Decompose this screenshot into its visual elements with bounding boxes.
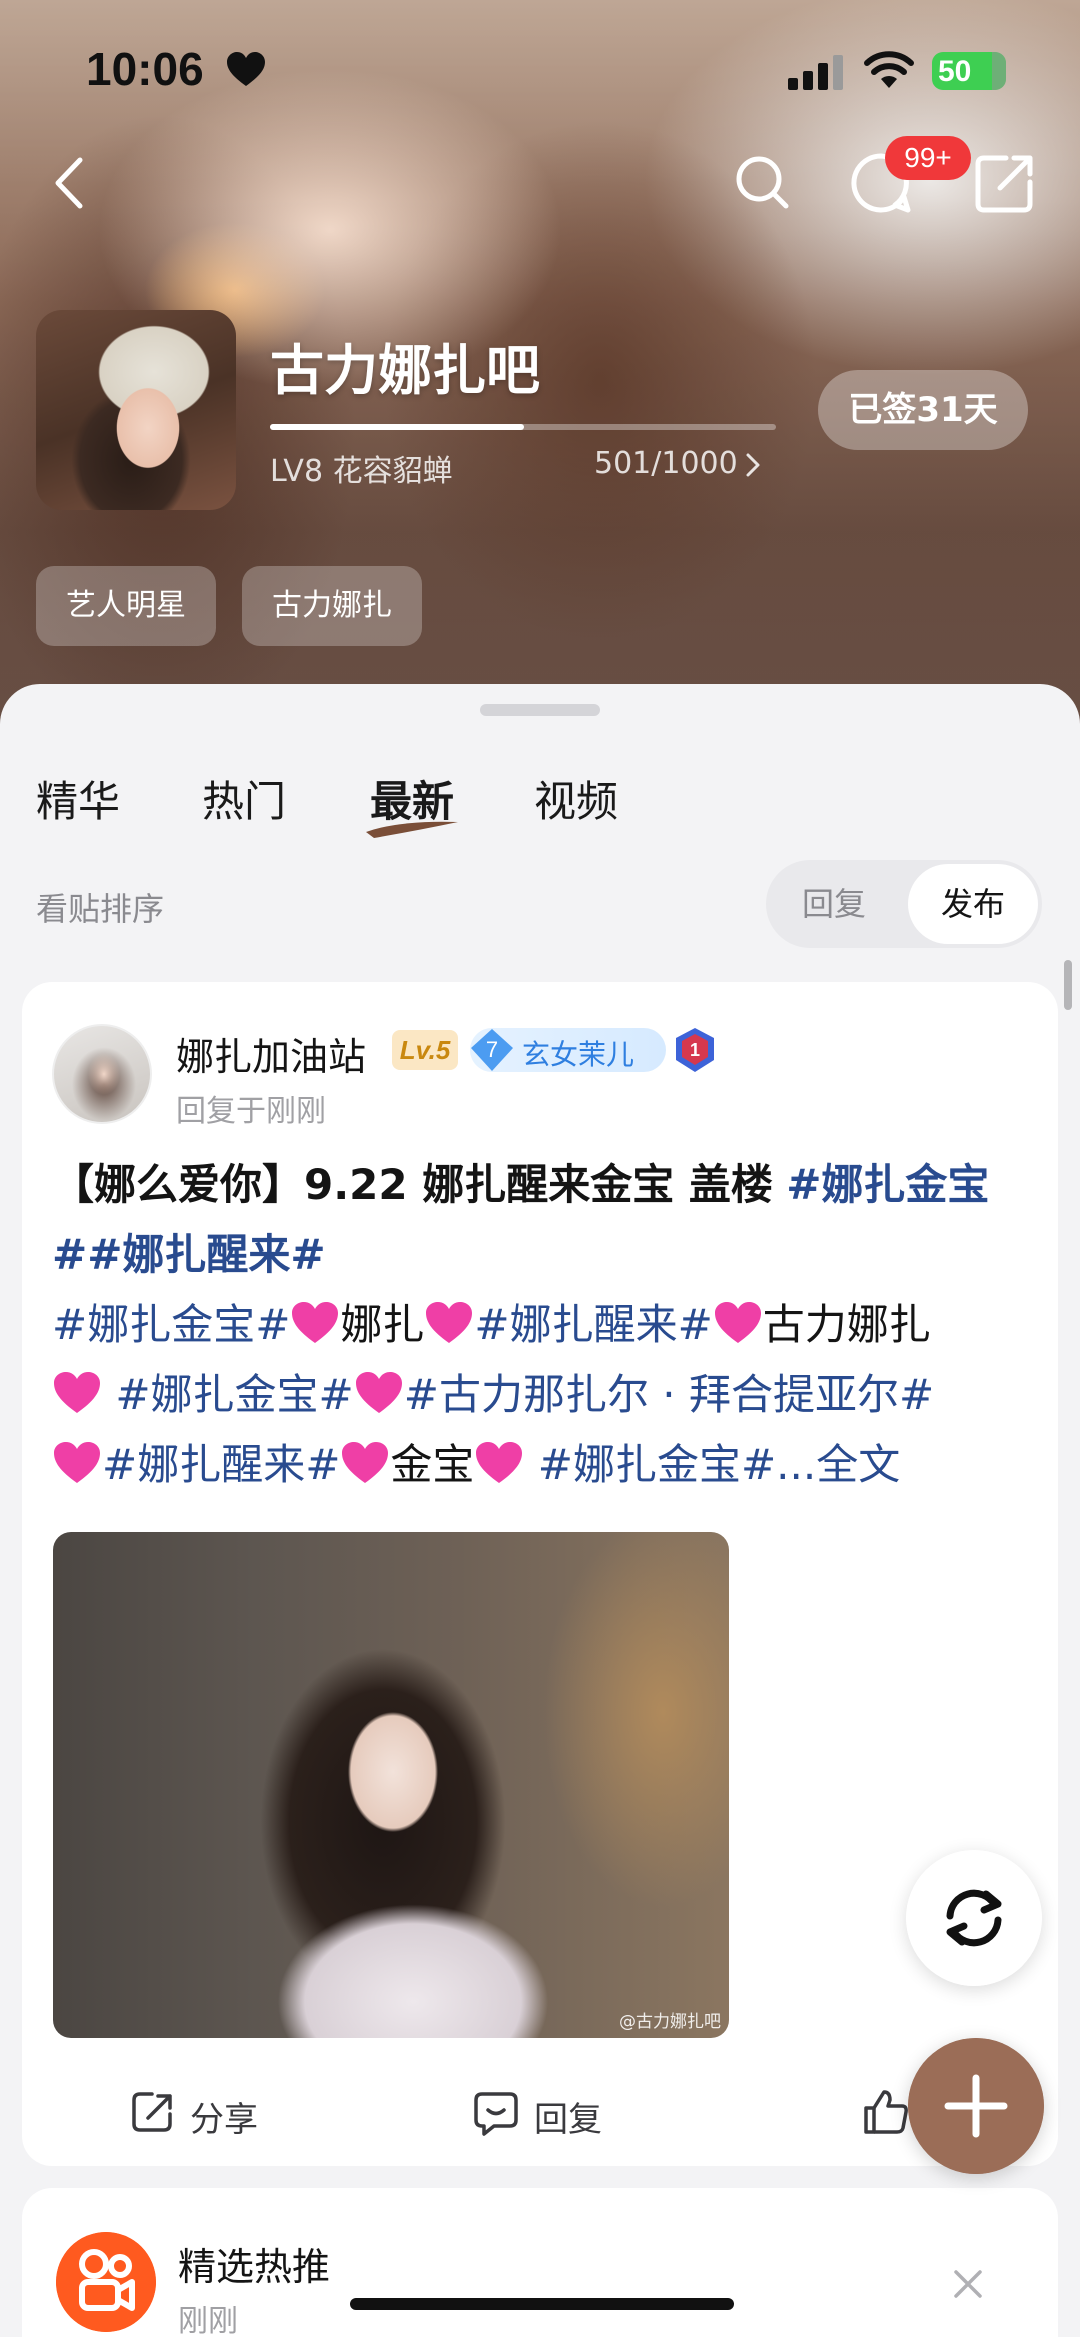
tab-latest[interactable]: 最新: [370, 768, 454, 829]
image-watermark: @古力娜扎吧: [619, 2012, 721, 2032]
heart-icon: [54, 1442, 100, 1483]
heart-icon: [342, 1442, 389, 1483]
heart-icon: [54, 1372, 100, 1413]
rank-medal-icon: 1: [676, 1028, 714, 1072]
author-avatar[interactable]: [52, 1024, 152, 1124]
status-time: 10:06: [86, 43, 204, 95]
heart-icon: [426, 1302, 473, 1343]
sort-option-post[interactable]: 发布: [908, 864, 1038, 944]
topic-link[interactable]: #娜扎金宝#: [52, 1300, 290, 1349]
signin-button[interactable]: 已签31天: [818, 370, 1028, 450]
add-post-icon[interactable]: [908, 2038, 1044, 2174]
sheet-drag-handle[interactable]: [480, 704, 600, 716]
sort-label: 看贴排序: [36, 890, 165, 928]
reply-label: 回复: [534, 2100, 602, 2140]
sort-option-reply[interactable]: 回复: [766, 860, 902, 948]
post-content[interactable]: 【娜么爱你】9.22 娜扎醒来金宝 盖楼 #娜扎金宝# #娜扎醒来# #娜扎金宝#…: [52, 1150, 1042, 1500]
forum-name: 古力娜扎吧: [270, 339, 540, 402]
post-card[interactable]: 娜扎加油站 Lv.5 7 玄女茉儿 1 回复于刚刚 【娜么爱你】9.22 娜扎醒…: [22, 982, 1058, 2166]
tab-featured[interactable]: 精华: [36, 768, 120, 829]
heart-icon: [476, 1442, 523, 1483]
share-icon: [132, 2092, 172, 2132]
share-label: 分享: [190, 2100, 258, 2140]
forum-level-label[interactable]: LV8 花容貂蝉: [270, 446, 453, 490]
level-progress-bar: [270, 424, 776, 430]
sort-toggle: 回复 发布: [766, 860, 1042, 948]
post-title: 【娜么爱你】9.22 娜扎醒来金宝 盖楼: [52, 1160, 773, 1209]
reply-icon: [474, 2092, 518, 2136]
signal-icon: [788, 55, 843, 90]
tab-video[interactable]: 视频: [534, 768, 618, 829]
recommendation-card[interactable]: 精选热推 刚刚: [22, 2188, 1058, 2337]
heart-status-icon: [227, 52, 265, 86]
honor-level: 7: [486, 1037, 498, 1062]
topic-link[interactable]: #娜扎醒来#: [474, 1300, 712, 1349]
diamond-icon: 7: [471, 1029, 513, 1071]
read-full-link[interactable]: ...全文: [776, 1440, 900, 1489]
forum-avatar[interactable]: [36, 310, 236, 510]
wifi-icon: [864, 51, 914, 88]
topic-link[interactable]: #古力那扎尔 · 拜合提亚尔#: [404, 1370, 934, 1419]
post-body-text: 古力娜扎: [762, 1300, 931, 1349]
share-icon[interactable]: [970, 148, 1040, 218]
close-icon[interactable]: [948, 2264, 988, 2304]
post-body-text: 娜扎: [340, 1300, 425, 1349]
home-indicator[interactable]: [350, 2298, 734, 2310]
honor-title: 玄女茉儿: [522, 1038, 635, 1071]
thumbs-up-icon: [864, 2090, 908, 2134]
tab-hot[interactable]: 热门: [202, 768, 286, 829]
user-level-badge: Lv.5: [392, 1030, 458, 1070]
battery-level: 50: [938, 55, 972, 88]
heart-icon: [355, 1372, 402, 1413]
level-progress-fill: [270, 424, 524, 430]
heart-icon: [292, 1302, 339, 1343]
topic-link[interactable]: #娜扎金宝#: [115, 1370, 353, 1419]
rank-number: 1: [690, 1040, 700, 1060]
post-image[interactable]: @古力娜扎吧: [53, 1532, 729, 2038]
scrollbar[interactable]: [1064, 960, 1072, 1010]
recommendation-time: 刚刚: [178, 2304, 238, 2337]
battery-indicator: 50: [932, 52, 1006, 90]
chevron-right-icon[interactable]: [744, 452, 762, 478]
forum-tag[interactable]: 艺人明星: [36, 566, 216, 646]
forum-tag[interactable]: 古力娜扎: [242, 566, 422, 646]
back-icon[interactable]: [36, 148, 106, 218]
post-body-text: 金宝: [390, 1440, 475, 1489]
post-time: 回复于刚刚: [176, 1094, 326, 1129]
status-bar: 10:06 50: [0, 0, 1080, 140]
recommendation-title: 精选热推: [178, 2245, 331, 2289]
heart-icon: [714, 1302, 761, 1343]
search-icon[interactable]: [728, 148, 798, 218]
message-count-badge: 99+: [885, 136, 971, 180]
honor-badge: 7 玄女茉儿: [470, 1028, 666, 1072]
level-progress-text[interactable]: 501/1000: [594, 446, 738, 481]
topic-link[interactable]: #娜扎醒来#: [102, 1440, 340, 1489]
camera-app-logo: [56, 2232, 156, 2332]
author-name[interactable]: 娜扎加油站: [176, 1026, 366, 1081]
topic-link[interactable]: #娜扎金宝#: [538, 1440, 776, 1489]
refresh-icon[interactable]: [906, 1850, 1042, 1986]
